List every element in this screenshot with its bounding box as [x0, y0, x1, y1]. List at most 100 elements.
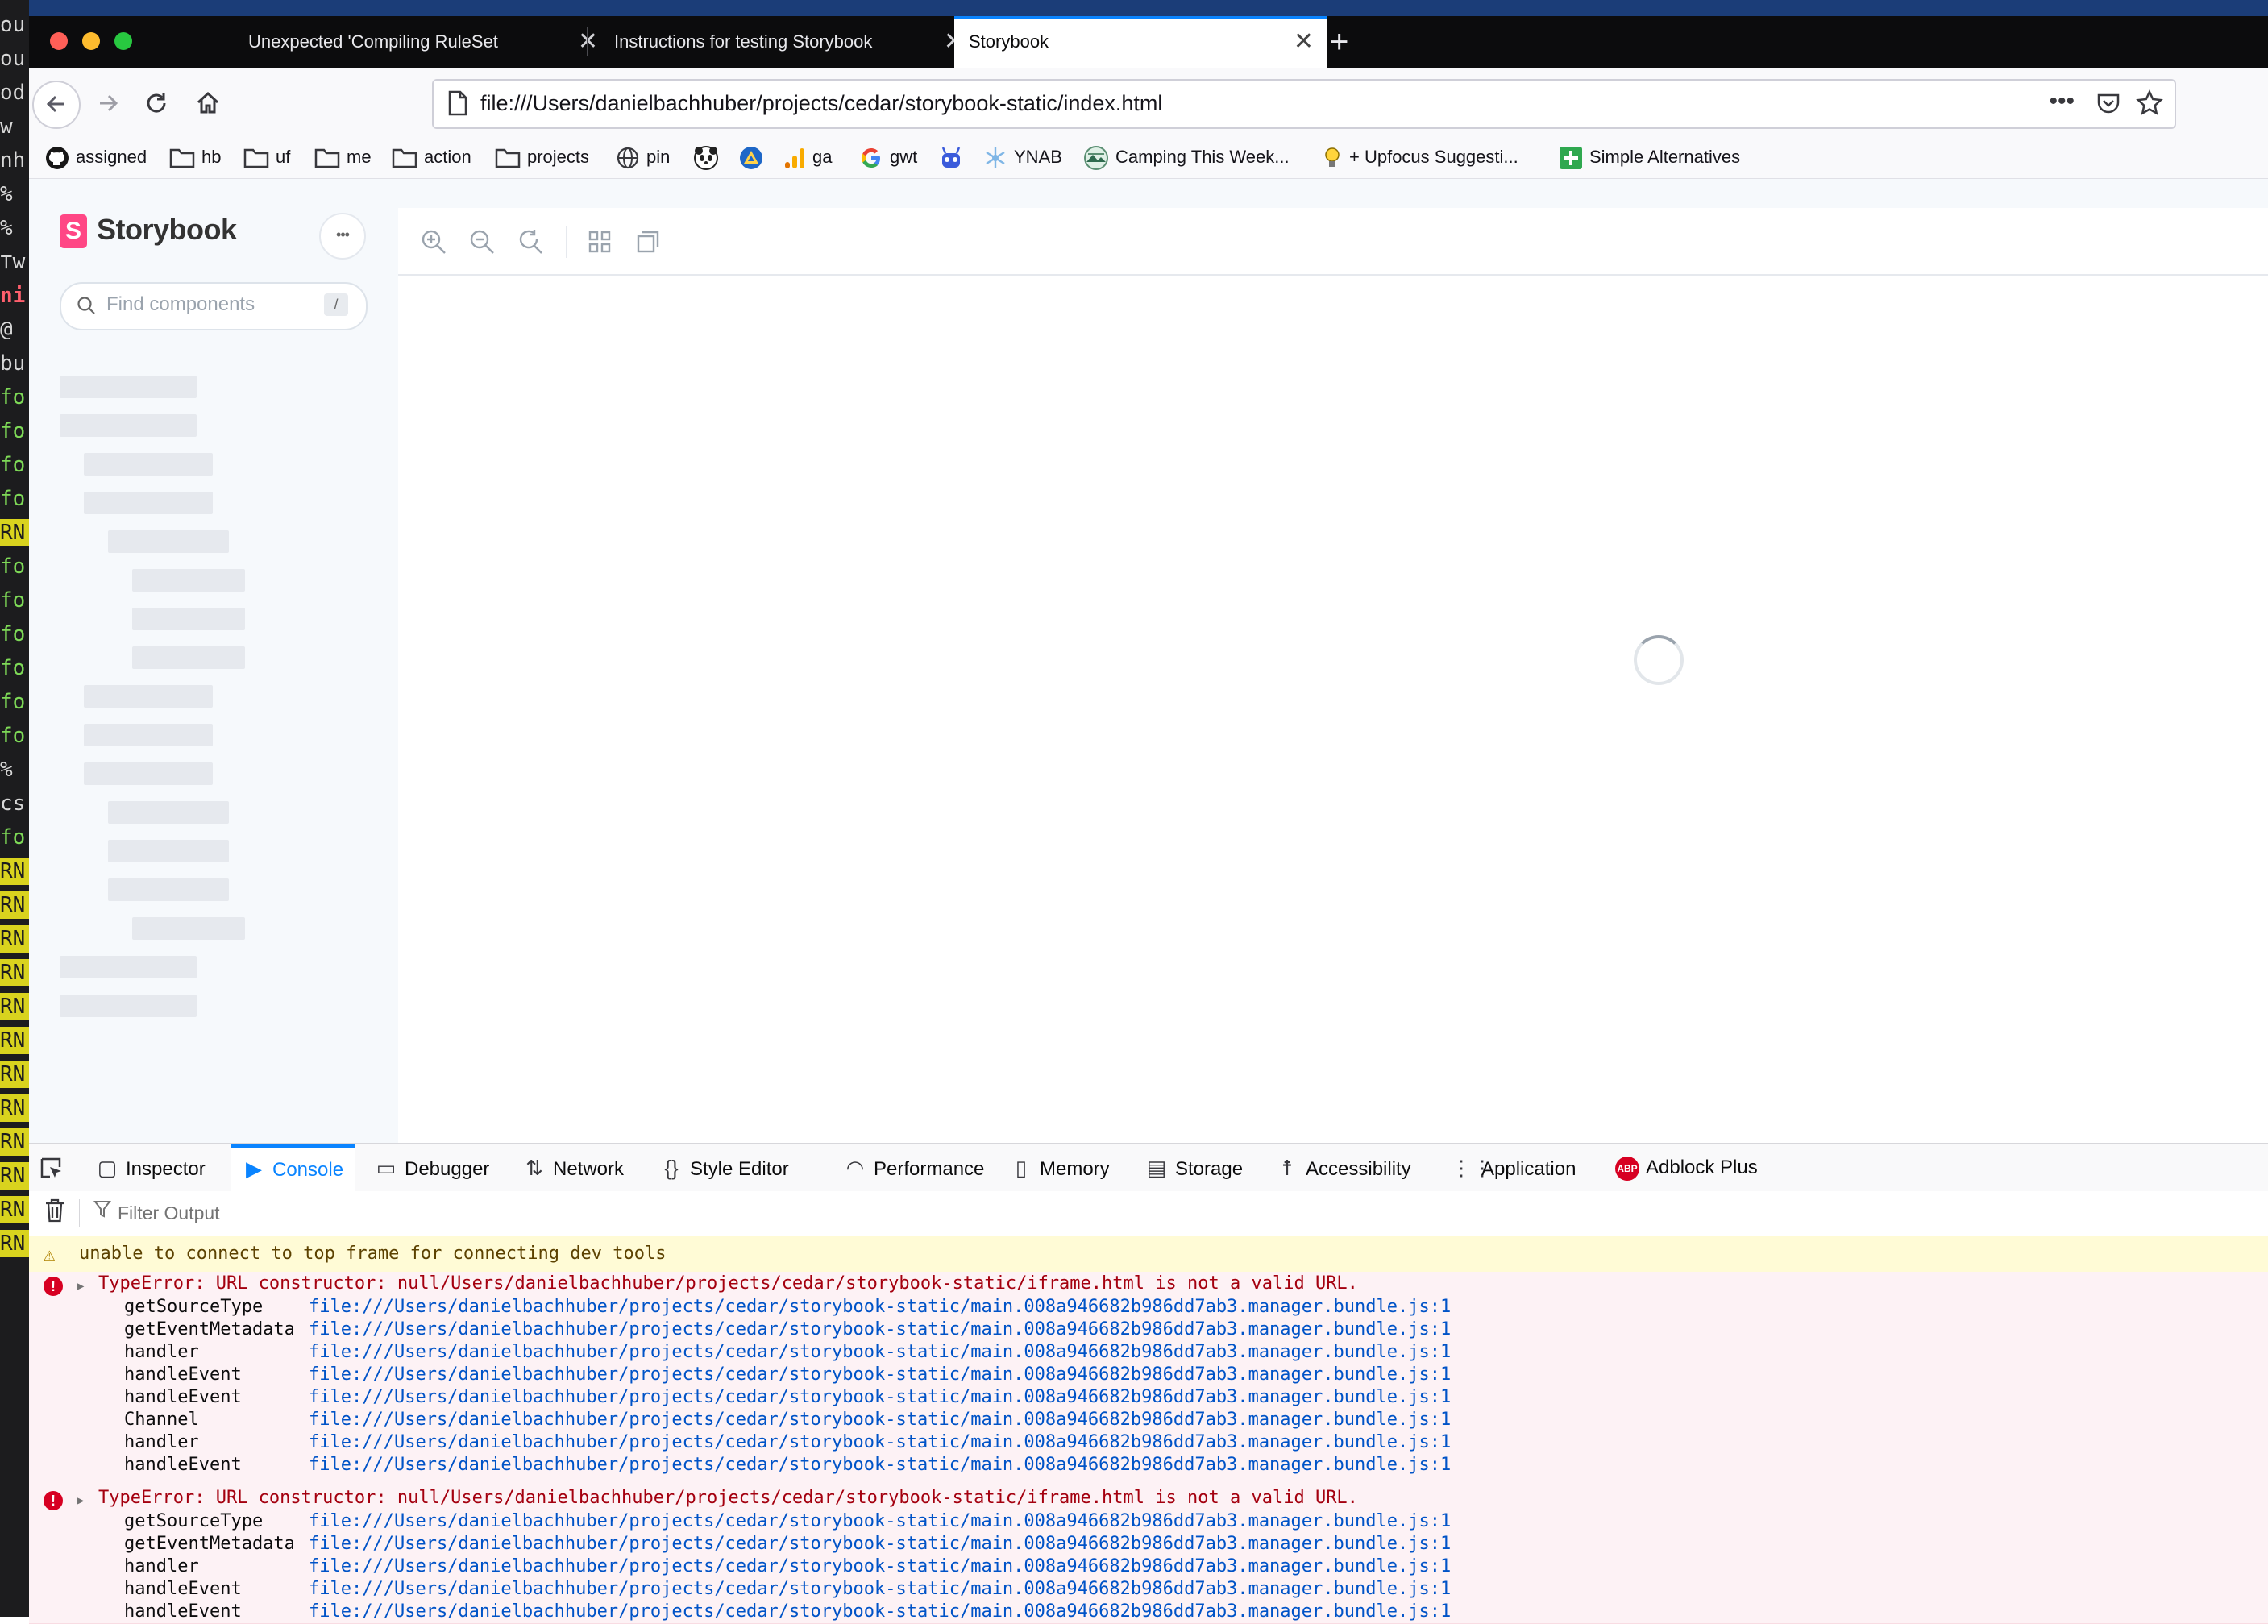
tab-unexpected-compiling[interactable]: Unexpected 'Compiling RuleSet ✕: [222, 16, 611, 68]
bookmark-assigned[interactable]: assigned: [45, 143, 147, 171]
ynab-icon: [986, 147, 1005, 169]
grid-icon[interactable]: [585, 227, 614, 256]
storybook-logo-icon[interactable]: S: [60, 214, 87, 248]
element-picker-icon[interactable]: [39, 1156, 64, 1182]
analytics-icon: [785, 148, 804, 169]
tab-debugger[interactable]: ▭ Debugger: [374, 1144, 490, 1191]
stack-frame-source-link[interactable]: file:///Users/danielbachhuber/projects/c…: [309, 1601, 1451, 1623]
terminal-line: nh: [0, 148, 26, 172]
bookmark-folder-uf[interactable]: uf: [243, 143, 290, 171]
tab-accessibility[interactable]: ☨ Accessibility: [1275, 1144, 1411, 1191]
sidebar-skeleton-item: [84, 762, 213, 785]
terminal-line: ni: [0, 284, 26, 308]
google-icon: [861, 148, 880, 168]
find-components-search[interactable]: Find components /: [60, 282, 368, 330]
tab-storybook[interactable]: Storybook ✕: [954, 16, 1327, 71]
bookmark-ynab[interactable]: YNAB: [983, 143, 1062, 171]
zoom-reset-icon[interactable]: [516, 227, 545, 256]
bookmark-folder-me[interactable]: me: [314, 143, 372, 171]
stack-frame-source-link[interactable]: file:///Users/danielbachhuber/projects/c…: [309, 1555, 1451, 1578]
sidebar-skeleton-item: [108, 530, 229, 553]
tab-storage[interactable]: ▤ Storage: [1144, 1144, 1243, 1191]
stack-frame: handler file:///Users/danielbachhuber/pro…: [29, 1555, 2268, 1578]
tab-inspector[interactable]: ▢ Inspector: [95, 1144, 206, 1191]
close-window-icon[interactable]: [50, 32, 68, 50]
folder-icon: [392, 148, 417, 168]
preview-toolbar: [398, 208, 2268, 276]
star-icon[interactable]: [2136, 89, 2163, 117]
bookmark-ga[interactable]: ga: [783, 143, 832, 171]
stack-frame-function: handleEvent: [124, 1387, 242, 1407]
tab-network[interactable]: ⇅ Network: [522, 1144, 624, 1191]
tab-memory[interactable]: ▯ Memory: [1009, 1144, 1110, 1191]
console-error-row[interactable]: ! ▶ TypeError: URL constructor: null/Users…: [29, 1272, 2268, 1487]
clear-console-button[interactable]: [40, 1198, 69, 1227]
pocket-icon[interactable]: [2096, 90, 2121, 116]
terminal-line: RN: [0, 925, 29, 953]
zoom-out-icon[interactable]: [467, 227, 496, 256]
tab-application[interactable]: ⋮⋮Application: [1451, 1144, 1576, 1191]
terminal-line: RN: [0, 1061, 29, 1088]
stack-frame-source-link[interactable]: file:///Users/danielbachhuber/projects/c…: [309, 1364, 1451, 1386]
stack-frame-source-link[interactable]: file:///Users/danielbachhuber/projects/c…: [309, 1409, 1451, 1431]
stack-frame-source-link[interactable]: file:///Users/danielbachhuber/projects/c…: [309, 1454, 1451, 1477]
terminal-line: od: [0, 81, 26, 105]
stack-frame-source-link[interactable]: file:///Users/danielbachhuber/projects/c…: [309, 1319, 1451, 1341]
filter-output-input[interactable]: Filter Output: [118, 1199, 220, 1227]
terminal-line: RN: [0, 993, 29, 1020]
back-button[interactable]: [32, 81, 81, 129]
forward-button[interactable]: [85, 81, 131, 126]
error-icon: !: [44, 1491, 63, 1510]
bookmark-folder-action[interactable]: action: [392, 143, 471, 171]
stack-frame: getEventMetadata file:///Users/danielbach…: [29, 1319, 2268, 1341]
stack-frame-source-link[interactable]: file:///Users/danielbachhuber/projects/c…: [309, 1578, 1451, 1601]
url-bar[interactable]: file:///Users/danielbachhuber/projects/c…: [432, 79, 2176, 129]
stack-frame-source-link[interactable]: file:///Users/danielbachhuber/projects/c…: [309, 1533, 1451, 1555]
ellipsis-icon: •••: [336, 226, 350, 243]
close-icon[interactable]: ✕: [1294, 19, 1314, 64]
tab-style-editor[interactable]: {} Style Editor: [659, 1144, 788, 1191]
storybook-brand[interactable]: Storybook: [97, 213, 237, 247]
reload-button[interactable]: [134, 81, 179, 126]
tab-adblock-plus[interactable]: ABP Adblock Plus: [1615, 1144, 1758, 1191]
macos-menubar: [0, 0, 2268, 16]
sidebar-skeleton-item: [132, 646, 245, 669]
zoom-window-icon[interactable]: [114, 32, 132, 50]
stack-frame-source-link[interactable]: file:///Users/danielbachhuber/projects/c…: [309, 1431, 1451, 1454]
stack-frame-function: getSourceType: [124, 1297, 264, 1317]
stack-frame: handleEvent file:///Users/danielbachhuber…: [29, 1578, 2268, 1601]
bookmark-gwt[interactable]: gwt: [859, 143, 917, 171]
bookmark-folder-hb[interactable]: hb: [169, 143, 221, 171]
tab-console[interactable]: ▶ Console: [231, 1144, 355, 1194]
page-actions-icon[interactable]: •••: [2049, 81, 2075, 123]
inspector-icon: ▢: [97, 1156, 118, 1180]
outline-icon[interactable]: [633, 227, 663, 256]
tab-performance[interactable]: ◠ Performance: [843, 1144, 985, 1191]
folder-icon: [169, 148, 195, 168]
new-tab-button[interactable]: +: [1319, 16, 1381, 68]
bookmark-simple-alternatives[interactable]: Simple Alternatives: [1559, 143, 1740, 171]
memory-icon: ▯: [1015, 1156, 1028, 1180]
bookmark-pin[interactable]: pin: [616, 143, 670, 171]
home-button[interactable]: [185, 81, 231, 126]
loading-spinner: [1634, 635, 1684, 685]
stack-frame-source-link[interactable]: file:///Users/danielbachhuber/projects/c…: [309, 1386, 1451, 1409]
sidebar-menu-button[interactable]: •••: [319, 213, 366, 260]
expand-triangle-icon[interactable]: ▶: [77, 1489, 84, 1512]
bookmark-triangle[interactable]: [738, 143, 771, 171]
bookmark-robot[interactable]: [938, 143, 970, 171]
bookmark-panda[interactable]: [693, 143, 725, 171]
minimize-window-icon[interactable]: [82, 32, 100, 50]
sidebar-skeleton-item: [60, 414, 197, 437]
stack-frame-source-link[interactable]: file:///Users/danielbachhuber/projects/c…: [309, 1296, 1451, 1319]
stack-frame-source-link[interactable]: file:///Users/danielbachhuber/projects/c…: [309, 1341, 1451, 1364]
bookmark-folder-projects[interactable]: projects: [495, 143, 589, 171]
bookmark-upfocus[interactable]: + Upfocus Suggesti...: [1322, 143, 1518, 171]
tab-instructions[interactable]: Instructions for testing Storybook ✕: [588, 16, 977, 68]
terminal-line: w: [0, 114, 13, 139]
console-error-row[interactable]: ! ▶ TypeError: URL constructor: null/Users…: [29, 1486, 2268, 1624]
zoom-in-icon[interactable]: [419, 227, 448, 256]
stack-frame-source-link[interactable]: file:///Users/danielbachhuber/projects/c…: [309, 1510, 1451, 1533]
expand-triangle-icon[interactable]: ▶: [77, 1275, 84, 1298]
bookmark-camping[interactable]: Camping This Week...: [1083, 143, 1290, 171]
